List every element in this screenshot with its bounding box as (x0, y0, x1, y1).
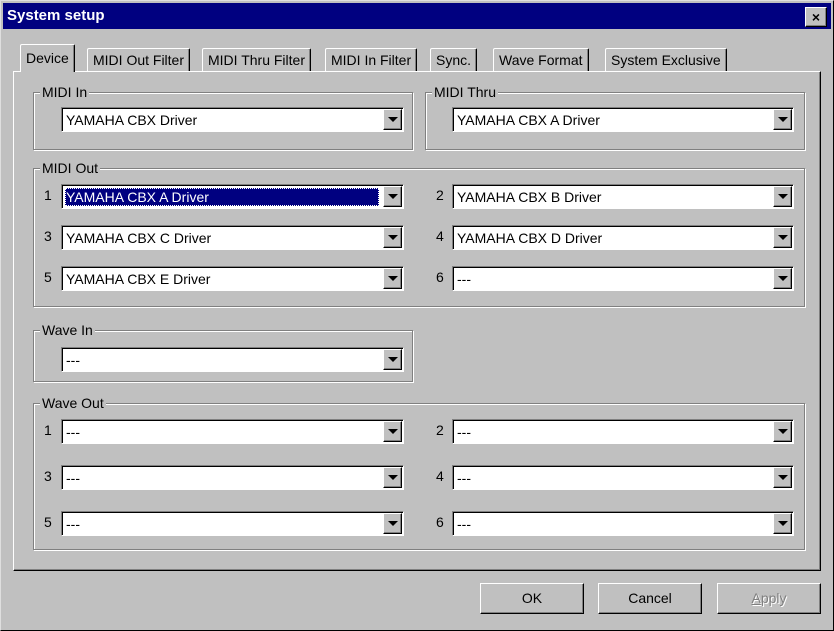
wave-out-3-value: --- (66, 470, 80, 486)
midi-out-1-value: YAMAHA CBX A Driver (65, 188, 379, 206)
tab-sync[interactable]: Sync. (430, 48, 478, 71)
wave-out-port-number: 6 (436, 514, 444, 530)
wave-out-2-select[interactable]: --- (452, 419, 794, 444)
chevron-down-icon[interactable] (383, 467, 402, 488)
midi-in-select[interactable]: YAMAHA CBX Driver (61, 107, 404, 132)
chevron-down-icon[interactable] (773, 268, 792, 289)
midi-out-4-value: YAMAHA CBX D Driver (457, 230, 603, 246)
chevron-down-icon[interactable] (773, 421, 792, 442)
chevron-down-icon[interactable] (383, 109, 402, 130)
window-title: System setup (7, 7, 105, 24)
tab-label: Wave Format (499, 52, 583, 68)
wave-out-port-number: 1 (44, 422, 52, 438)
chevron-down-icon[interactable] (383, 186, 402, 207)
wave-in-label: Wave In (40, 321, 95, 339)
wave-out-2-value: --- (457, 424, 471, 440)
midi-thru-label: MIDI Thru (432, 83, 498, 101)
wave-out-6-select[interactable]: --- (452, 511, 794, 536)
wave-in-value: --- (66, 352, 80, 368)
apply-accelerator: A (751, 590, 761, 606)
midi-out-4-select[interactable]: YAMAHA CBX D Driver (452, 225, 794, 250)
tab-label: Sync. (436, 52, 472, 68)
wave-out-5-value: --- (66, 516, 80, 532)
midi-out-port-number: 2 (436, 187, 444, 203)
tab-system-exclusive[interactable]: System Exclusive (605, 48, 727, 71)
midi-out-5-value: YAMAHA CBX E Driver (66, 271, 211, 287)
midi-out-2-value: YAMAHA CBX B Driver (457, 189, 602, 205)
wave-out-4-value: --- (457, 470, 471, 486)
chevron-down-icon[interactable] (383, 227, 402, 248)
ok-button[interactable]: OK (480, 583, 584, 614)
wave-out-1-value: --- (66, 424, 80, 440)
wave-out-6-value: --- (457, 516, 471, 532)
wave-out-label: Wave Out (40, 394, 106, 412)
wave-in-select[interactable]: --- (61, 347, 404, 372)
wave-out-4-select[interactable]: --- (452, 465, 794, 490)
tab-label: System Exclusive (611, 52, 721, 68)
wave-out-port-number: 3 (44, 468, 52, 484)
wave-out-5-select[interactable]: --- (61, 511, 404, 536)
midi-out-label: MIDI Out (40, 159, 101, 177)
midi-out-port-number: 5 (44, 269, 52, 285)
chevron-down-icon[interactable] (383, 349, 402, 370)
close-button[interactable]: × (805, 7, 827, 27)
apply-label: pply (760, 590, 787, 606)
cancel-label: Cancel (628, 590, 672, 606)
chevron-down-icon[interactable] (773, 513, 792, 534)
wave-out-port-number: 5 (44, 514, 52, 530)
tab-label: MIDI In Filter (331, 52, 412, 68)
midi-out-5-select[interactable]: YAMAHA CBX E Driver (61, 266, 404, 291)
midi-out-port-number: 6 (436, 269, 444, 285)
chevron-down-icon[interactable] (773, 109, 792, 130)
tab-wave-format[interactable]: Wave Format (493, 48, 589, 71)
tab-midi-in-filter[interactable]: MIDI In Filter (325, 48, 418, 71)
tab-device[interactable]: Device (20, 44, 75, 72)
tab-midi-thru-filter[interactable]: MIDI Thru Filter (202, 48, 311, 71)
tab-label: Device (26, 50, 69, 66)
chevron-down-icon[interactable] (383, 513, 402, 534)
cancel-button[interactable]: Cancel (598, 583, 702, 614)
chevron-down-icon[interactable] (773, 186, 792, 207)
wave-out-port-number: 2 (436, 422, 444, 438)
close-icon: × (811, 9, 821, 25)
midi-out-6-value: --- (457, 271, 471, 287)
tab-midi-out-filter[interactable]: MIDI Out Filter (87, 48, 191, 71)
wave-out-1-select[interactable]: --- (61, 419, 404, 444)
title-bar[interactable]: System setup × (3, 3, 831, 29)
midi-out-port-number: 1 (44, 187, 52, 203)
midi-out-1-select[interactable]: YAMAHA CBX A Driver (61, 184, 404, 209)
wave-out-port-number: 4 (436, 468, 444, 484)
midi-out-2-select[interactable]: YAMAHA CBX B Driver (452, 184, 794, 209)
wave-out-3-select[interactable]: --- (61, 465, 404, 490)
midi-out-3-select[interactable]: YAMAHA CBX C Driver (61, 225, 404, 250)
midi-out-port-number: 4 (436, 228, 444, 244)
tab-label: MIDI Thru Filter (208, 52, 305, 68)
midi-out-3-value: YAMAHA CBX C Driver (66, 230, 212, 246)
midi-in-label: MIDI In (40, 83, 90, 101)
midi-thru-select[interactable]: YAMAHA CBX A Driver (452, 107, 794, 132)
chevron-down-icon[interactable] (773, 227, 792, 248)
midi-thru-value: YAMAHA CBX A Driver (457, 112, 600, 128)
midi-out-port-number: 3 (44, 228, 52, 244)
chevron-down-icon[interactable] (383, 421, 402, 442)
ok-label: OK (521, 590, 543, 606)
tab-label: MIDI Out Filter (93, 52, 185, 68)
midi-out-6-select[interactable]: --- (452, 266, 794, 291)
apply-button[interactable]: Apply (717, 583, 821, 614)
chevron-down-icon[interactable] (773, 467, 792, 488)
midi-in-value: YAMAHA CBX Driver (66, 112, 198, 128)
chevron-down-icon[interactable] (383, 268, 402, 289)
